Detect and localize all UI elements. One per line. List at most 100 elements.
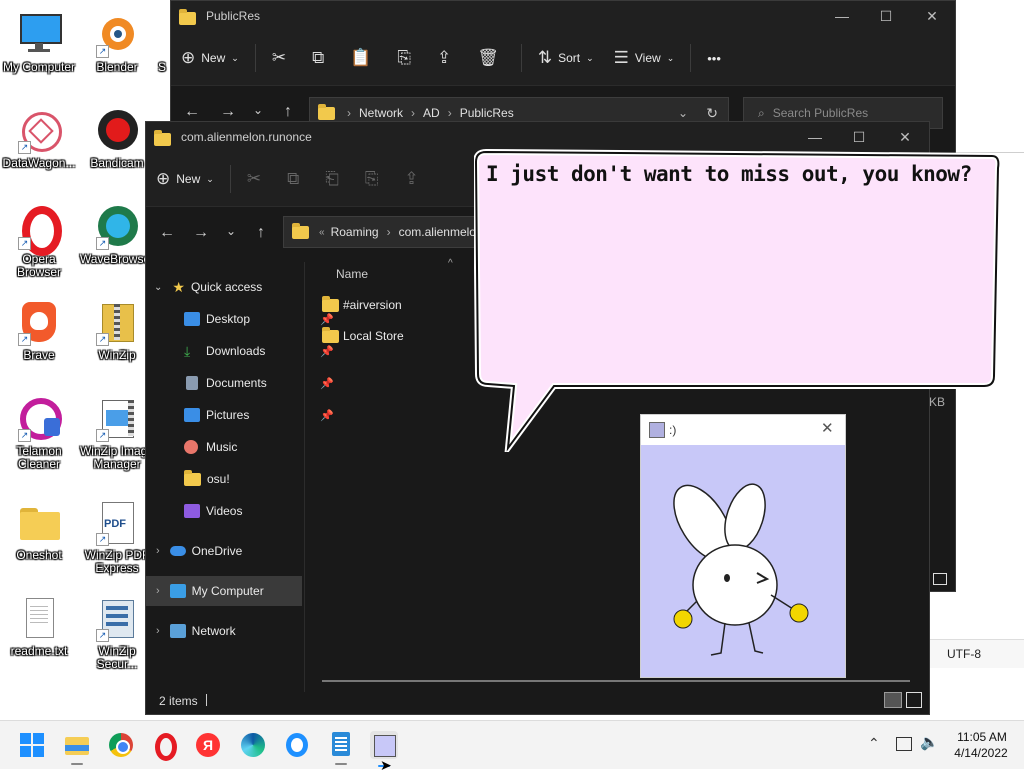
view-list-icon: ☰	[613, 48, 629, 67]
start-icon[interactable]	[18, 731, 46, 759]
shortcut-arrow-icon: ↗	[96, 333, 109, 346]
back-arrow-icon[interactable]: ←	[179, 103, 205, 121]
breadcrumb-item[interactable]: AD	[423, 106, 440, 120]
file-explorer-icon[interactable]	[63, 731, 91, 765]
column-header-name[interactable]: Name	[336, 267, 368, 281]
refresh-icon[interactable]: ↻	[706, 105, 718, 122]
monitor-icon	[16, 12, 62, 58]
sidebar-label: osu!	[207, 472, 230, 486]
download-arrow-icon: ⤓	[184, 342, 191, 359]
brave-icon[interactable]	[283, 731, 311, 759]
copy-button[interactable]: ⧉	[302, 42, 340, 74]
folder-icon	[184, 469, 201, 486]
sort-button[interactable]: ⇅ Sort ⌄	[528, 42, 604, 74]
yandex-icon[interactable]: Я	[194, 731, 222, 759]
maximize-button[interactable]: ☐	[863, 1, 909, 31]
desktop-icon-partial[interactable]: S	[152, 12, 172, 74]
chevron-down-icon[interactable]: ⌄	[218, 224, 244, 238]
breadcrumb-item[interactable]: Roaming	[331, 225, 379, 239]
rename-icon: ⎘	[397, 48, 411, 67]
new-label: New	[176, 172, 201, 186]
pin-icon[interactable]: 📌	[320, 409, 334, 422]
sidebar-quick-access[interactable]: ⌄ ★ Quick access	[146, 272, 302, 302]
forward-arrow-icon[interactable]: →	[188, 224, 214, 242]
copy-button[interactable]: ⧉	[277, 163, 315, 195]
new-button[interactable]: ⊕ New ⌄	[146, 163, 224, 195]
details-view-icon[interactable]	[884, 692, 902, 708]
list-item[interactable]: Local Store	[322, 324, 404, 348]
paste-button[interactable]: ⎗	[315, 163, 355, 195]
scissors-icon: ✂	[271, 48, 287, 67]
up-arrow-icon[interactable]: ↑	[248, 224, 274, 242]
delete-button[interactable]: 🗑	[467, 42, 515, 74]
rename-button[interactable]: ⎘	[387, 42, 427, 74]
back-arrow-icon[interactable]: ←	[154, 224, 180, 242]
edge-icon[interactable]	[239, 731, 267, 759]
shortcut-arrow-icon: ↗	[18, 333, 31, 346]
clipboard-icon: 📋	[350, 48, 372, 67]
view-toggle-icon[interactable]	[933, 573, 947, 585]
minimize-button[interactable]: —	[819, 1, 865, 31]
notepad-icon[interactable]	[327, 731, 355, 765]
cut-button[interactable]: ✂	[237, 163, 277, 195]
shortcut-arrow-icon: ↗	[18, 237, 31, 250]
close-button[interactable]: ✕	[821, 419, 834, 437]
show-hidden-icons-chevron-icon[interactable]: ⌃	[868, 735, 880, 752]
sidebar-item-downloads[interactable]: ⤓ Downloads 📌	[146, 336, 340, 366]
up-arrow-icon[interactable]: ↑	[275, 103, 301, 121]
opera-icon[interactable]	[150, 731, 178, 761]
network-status-icon[interactable]	[896, 737, 912, 751]
breadcrumb-item[interactable]: Network	[359, 106, 403, 120]
sidebar-item-desktop[interactable]: Desktop 📌	[146, 304, 340, 334]
sidebar-item-osu[interactable]: osu!	[146, 464, 340, 494]
rename-button[interactable]: ⎘	[355, 163, 395, 195]
sidebar-network[interactable]: › Network	[146, 616, 302, 646]
new-button[interactable]: ⊕ New ⌄	[171, 42, 249, 74]
chevron-down-icon[interactable]: ⌄	[245, 103, 271, 117]
clock-time[interactable]: 11:05 AM	[952, 730, 1012, 744]
desktop-icon-my-computer[interactable]: My Computer	[0, 12, 78, 74]
desktop-icon-readme[interactable]: readme.txt	[0, 596, 78, 658]
close-button[interactable]: ✕	[909, 1, 955, 31]
tiles-view-icon[interactable]	[906, 692, 922, 708]
sidebar-item-videos[interactable]: Videos	[146, 496, 340, 526]
desktop-icon-oneshot[interactable]: Oneshot	[0, 500, 78, 562]
sidebar-label: OneDrive	[191, 544, 243, 558]
desktop-icon-brave[interactable]: ↗ Brave	[0, 300, 78, 362]
view-button[interactable]: ☰ View ⌄	[604, 42, 685, 74]
chrome-icon[interactable]	[107, 731, 135, 759]
desktop-icon-datawagon[interactable]: ↗ DataWagon...	[0, 108, 78, 170]
sidebar-item-pictures[interactable]: Pictures 📌	[146, 400, 340, 430]
title-bar[interactable]: PublicRes — ☐ ✕	[171, 1, 955, 31]
folder-icon	[322, 295, 339, 312]
mouse-cursor-icon: ➤	[380, 757, 392, 773]
list-item[interactable]: #airversion	[322, 293, 402, 317]
desktop-icon-label: S	[157, 60, 166, 74]
cut-button[interactable]: ✂	[262, 42, 302, 74]
sidebar-item-documents[interactable]: Documents 📌	[146, 368, 340, 398]
chevron-down-icon[interactable]: ⌄	[678, 106, 688, 120]
desktop-icon-telamon[interactable]: ↗ Telamon Cleaner	[0, 396, 78, 471]
shortcut-arrow-icon: ↗	[18, 429, 31, 442]
share-button[interactable]: ⇪	[394, 163, 434, 195]
horizontal-scrollbar[interactable]	[322, 680, 910, 682]
bunny-canvas[interactable]	[641, 445, 845, 677]
bunny-window[interactable]: :) ✕	[640, 414, 846, 678]
volume-icon[interactable]: 🔈	[920, 733, 939, 751]
breadcrumb-item[interactable]: com.alienmelo	[399, 225, 476, 239]
sidebar-item-music[interactable]: Music	[146, 432, 340, 462]
forward-arrow-icon[interactable]: →	[215, 103, 241, 121]
paste-button[interactable]: 📋	[340, 42, 387, 74]
bunny-app-icon[interactable]	[370, 731, 398, 767]
breadcrumb-item[interactable]: PublicRes	[460, 106, 514, 120]
share-button[interactable]: ⇪	[427, 42, 467, 74]
desktop-icon-opera[interactable]: ↗ Opera Browser	[0, 204, 78, 279]
sidebar-my-computer[interactable]: › My Computer	[146, 576, 302, 606]
folder-icon	[16, 500, 62, 546]
sidebar-onedrive[interactable]: › OneDrive	[146, 536, 302, 566]
more-options-button[interactable]: •••	[697, 42, 731, 74]
pin-icon[interactable]: 📌	[320, 377, 334, 390]
desktop-icon-blender[interactable]: ↗ Blender	[78, 12, 156, 74]
winzip-icon: ↗	[94, 300, 140, 346]
clock-date[interactable]: 4/14/2022	[948, 746, 1014, 760]
